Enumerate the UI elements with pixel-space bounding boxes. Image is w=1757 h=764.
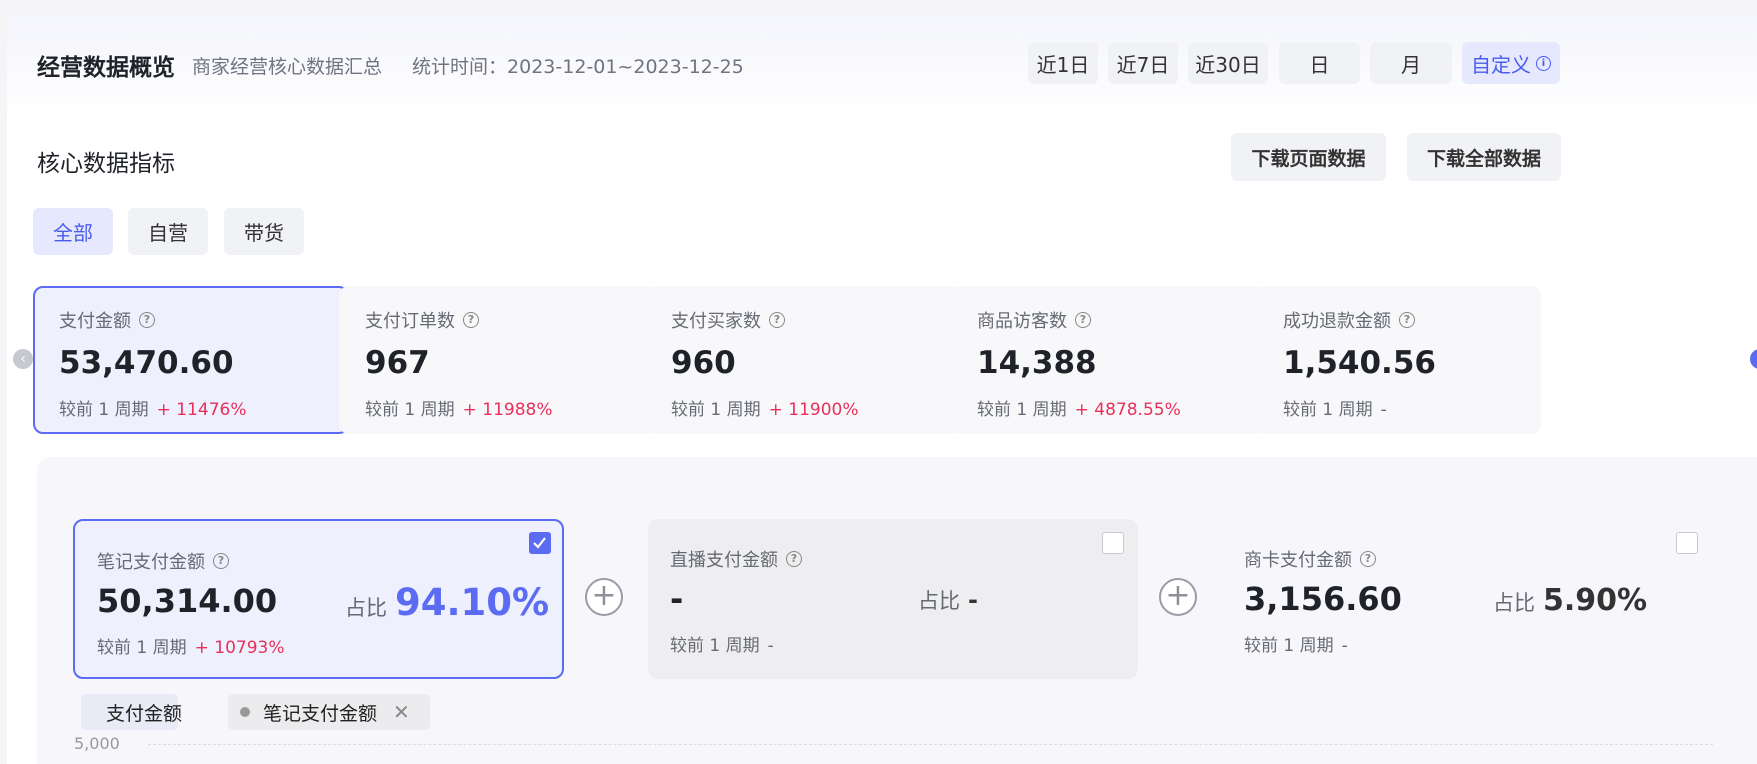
metric-card-buyers[interactable]: 支付买家数? 960 较前 1 周期 + 11900% bbox=[645, 286, 961, 434]
breakdown-value: - bbox=[670, 580, 684, 618]
breakdown-checkbox-checked[interactable] bbox=[529, 532, 551, 554]
page-title: 经营数据概览 bbox=[37, 55, 175, 81]
metric-value: 53,470.60 bbox=[59, 345, 234, 381]
date-btn-month[interactable]: 月 bbox=[1370, 42, 1452, 84]
breakdown-checkbox[interactable] bbox=[1102, 532, 1124, 554]
metric-change: + 11476% bbox=[156, 400, 247, 420]
breakdown-compare: 较前 1 周期 - bbox=[1244, 636, 1348, 656]
metric-label: 支付金额? bbox=[59, 307, 347, 333]
help-icon[interactable]: ? bbox=[1360, 551, 1376, 567]
tab-affiliate[interactable]: 带货 bbox=[224, 208, 304, 255]
close-icon[interactable]: ✕ bbox=[393, 700, 410, 724]
metric-change: + 11988% bbox=[462, 400, 553, 420]
breakdown-value: 3,156.60 bbox=[1244, 580, 1402, 618]
legend-note-payment[interactable]: 笔记支付金额 ✕ bbox=[228, 694, 430, 730]
stat-time-range: 2023-12-01~2023-12-25 bbox=[507, 56, 744, 78]
metric-compare: 较前 1 周期 + 4878.55% bbox=[977, 400, 1181, 420]
breakdown-checkbox[interactable] bbox=[1676, 532, 1698, 554]
help-icon[interactable]: ? bbox=[786, 551, 802, 567]
carousel-prev-icon[interactable]: ‹ bbox=[13, 349, 33, 369]
metric-label: 成功退款金额? bbox=[1283, 307, 1541, 333]
metric-card-orders[interactable]: 支付订单数? 967 较前 1 周期 + 11988% bbox=[339, 286, 655, 434]
y-axis-tick: 5,000 bbox=[74, 734, 120, 753]
breakdown-card-product-card[interactable]: 商卡支付金额? 3,156.60 占比 5.90% 较前 1 周期 - bbox=[1222, 519, 1712, 679]
help-icon[interactable]: ? bbox=[463, 312, 479, 328]
breakdown-card-note[interactable]: 笔记支付金额? 50,314.00 占比 94.10% 较前 1 周期 + 1079… bbox=[73, 519, 564, 679]
metric-card-refund[interactable]: 成功退款金额? 1,540.56 较前 1 周期 - bbox=[1257, 286, 1541, 434]
metric-value: 1,540.56 bbox=[1283, 345, 1436, 381]
metric-label: 商品访客数? bbox=[977, 307, 1267, 333]
metric-compare: 较前 1 周期 - bbox=[1283, 400, 1387, 420]
date-btn-custom-label: 自定义 bbox=[1471, 52, 1531, 77]
breakdown-ratio: 占比 - bbox=[918, 586, 978, 614]
metric-card-payment-amount[interactable]: 支付金额? 53,470.60 较前 1 周期 + 11476% bbox=[33, 286, 349, 434]
metric-value: 960 bbox=[671, 345, 736, 381]
download-page-button[interactable]: 下载页面数据 bbox=[1231, 133, 1386, 181]
check-icon bbox=[533, 537, 546, 549]
download-all-button[interactable]: 下载全部数据 bbox=[1407, 133, 1561, 181]
stat-time: 统计时间：2023-12-01~2023-12-25 bbox=[412, 52, 744, 79]
date-btn-30d[interactable]: 近30日 bbox=[1188, 42, 1268, 84]
legend-payment-amount[interactable]: 支付金额 bbox=[81, 694, 182, 730]
breakdown-label: 商卡支付金额? bbox=[1244, 546, 1376, 572]
date-btn-7d[interactable]: 近7日 bbox=[1108, 42, 1178, 84]
help-icon[interactable]: ? bbox=[1075, 312, 1091, 328]
breakdown-value: 50,314.00 bbox=[97, 582, 278, 620]
help-icon[interactable]: ? bbox=[769, 312, 785, 328]
date-btn-1d[interactable]: 近1日 bbox=[1028, 42, 1098, 84]
breakdown-compare: 较前 1 周期 + 10793% bbox=[97, 638, 285, 658]
info-icon: i bbox=[1536, 55, 1551, 71]
metric-label: 支付买家数? bbox=[671, 307, 961, 333]
section-title: 核心数据指标 bbox=[37, 151, 175, 177]
tab-self-operated[interactable]: 自营 bbox=[128, 208, 208, 255]
breakdown-ratio: 占比 5.90% bbox=[1493, 583, 1648, 618]
help-icon[interactable]: ? bbox=[139, 312, 155, 328]
chart-gridline bbox=[148, 744, 1713, 745]
metric-change: - bbox=[1380, 400, 1387, 420]
breakdown-card-live[interactable]: 直播支付金额? - 占比 - 较前 1 周期 - bbox=[648, 519, 1138, 679]
date-btn-custom[interactable]: 自定义 i bbox=[1462, 42, 1560, 84]
help-icon[interactable]: ? bbox=[213, 553, 229, 569]
metric-card-visitors[interactable]: 商品访客数? 14,388 较前 1 周期 + 4878.55% bbox=[951, 286, 1267, 434]
breakdown-ratio: 占比 94.10% bbox=[345, 581, 550, 624]
plus-icon: + bbox=[1159, 578, 1197, 616]
tab-all[interactable]: 全部 bbox=[33, 208, 113, 255]
legend-dot bbox=[240, 707, 250, 717]
breakdown-compare: 较前 1 周期 - bbox=[670, 636, 774, 656]
plus-icon: + bbox=[585, 578, 623, 616]
help-icon[interactable]: ? bbox=[1399, 312, 1415, 328]
stat-time-label: 统计时间： bbox=[412, 56, 508, 78]
metric-change: + 11900% bbox=[768, 400, 859, 420]
date-btn-day[interactable]: 日 bbox=[1279, 42, 1360, 84]
metric-compare: 较前 1 周期 + 11988% bbox=[365, 400, 553, 420]
breakdown-label: 直播支付金额? bbox=[670, 546, 802, 572]
page-subtitle: 商家经营核心数据汇总 bbox=[192, 56, 383, 78]
metric-value: 14,388 bbox=[977, 345, 1097, 381]
metric-label: 支付订单数? bbox=[365, 307, 655, 333]
metric-compare: 较前 1 周期 + 11476% bbox=[59, 400, 247, 420]
breakdown-label: 笔记支付金额? bbox=[97, 548, 229, 574]
metric-change: + 4878.55% bbox=[1074, 400, 1181, 420]
metric-value: 967 bbox=[365, 345, 430, 381]
metric-compare: 较前 1 周期 + 11900% bbox=[671, 400, 859, 420]
